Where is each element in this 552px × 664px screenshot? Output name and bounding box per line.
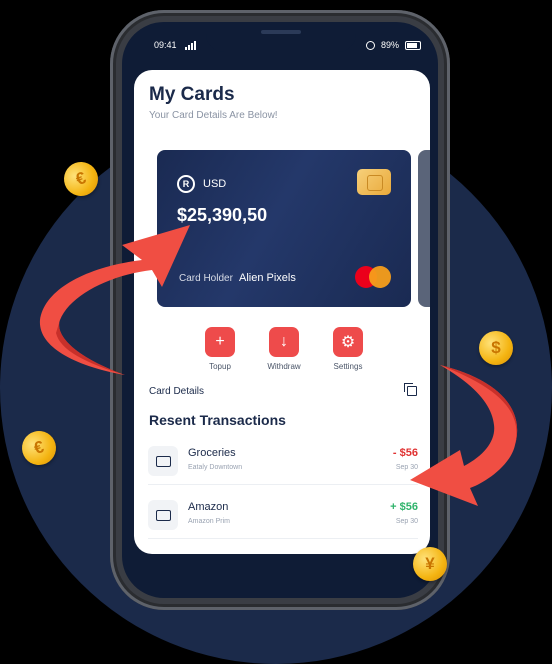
card-details-link[interactable]: Card Details <box>149 386 204 397</box>
signal-icon <box>185 41 197 51</box>
alarm-icon <box>366 40 375 50</box>
transaction-name: Amazon <box>188 501 229 513</box>
transaction-row[interactable]: Amazon Amazon Prim + $56 Sep 30 <box>148 494 418 539</box>
dollar-coin-icon: $ <box>479 331 513 365</box>
page-title: My Cards <box>149 84 235 105</box>
right-curved-arrow-icon <box>410 365 518 506</box>
card-holder-name: Alien Pixels <box>239 272 296 284</box>
card-icon <box>148 500 178 530</box>
withdraw-label: Withdraw <box>267 362 301 371</box>
settings-label: Settings <box>333 362 363 371</box>
transaction-place: Amazon Prim <box>188 518 231 525</box>
withdraw-action[interactable]: ↓ Withdraw <box>259 327 309 371</box>
battery-icon <box>405 40 422 50</box>
page-subtitle: Your Card Details Are Below! <box>149 110 278 121</box>
yen-coin-icon: ¥ <box>413 547 447 581</box>
gear-icon[interactable]: ⚙ <box>333 327 363 357</box>
status-time: 09:41 <box>154 40 197 51</box>
topup-label: Topup <box>209 362 231 371</box>
transaction-name: Groceries <box>188 447 236 459</box>
settings-action[interactable]: ⚙ Settings <box>323 327 373 371</box>
arrow-down-icon[interactable]: ↓ <box>269 327 299 357</box>
phone-notch <box>206 22 356 52</box>
mastercard-icon <box>355 266 393 288</box>
status-time-text: 09:41 <box>154 40 177 50</box>
speaker <box>261 30 301 34</box>
next-card-preview[interactable] <box>418 150 430 307</box>
topup-action[interactable]: + Topup <box>195 327 245 371</box>
transaction-row[interactable]: Groceries Eataly Downtown - $56 Sep 30 <box>148 440 418 485</box>
transaction-date: Sep 30 <box>395 518 418 525</box>
wallet-icon <box>148 446 178 476</box>
status-right: 89% <box>366 40 422 50</box>
transaction-place: Eataly Downtown <box>188 464 243 471</box>
transactions-title: Resent Transactions <box>149 412 286 428</box>
battery-percent: 89% <box>381 40 400 50</box>
left-curved-arrow-icon <box>39 225 190 375</box>
plus-icon[interactable]: + <box>205 327 235 357</box>
chip-icon <box>357 169 391 195</box>
card-logo-icon: R <box>177 175 195 193</box>
card-currency: USD <box>203 178 227 190</box>
